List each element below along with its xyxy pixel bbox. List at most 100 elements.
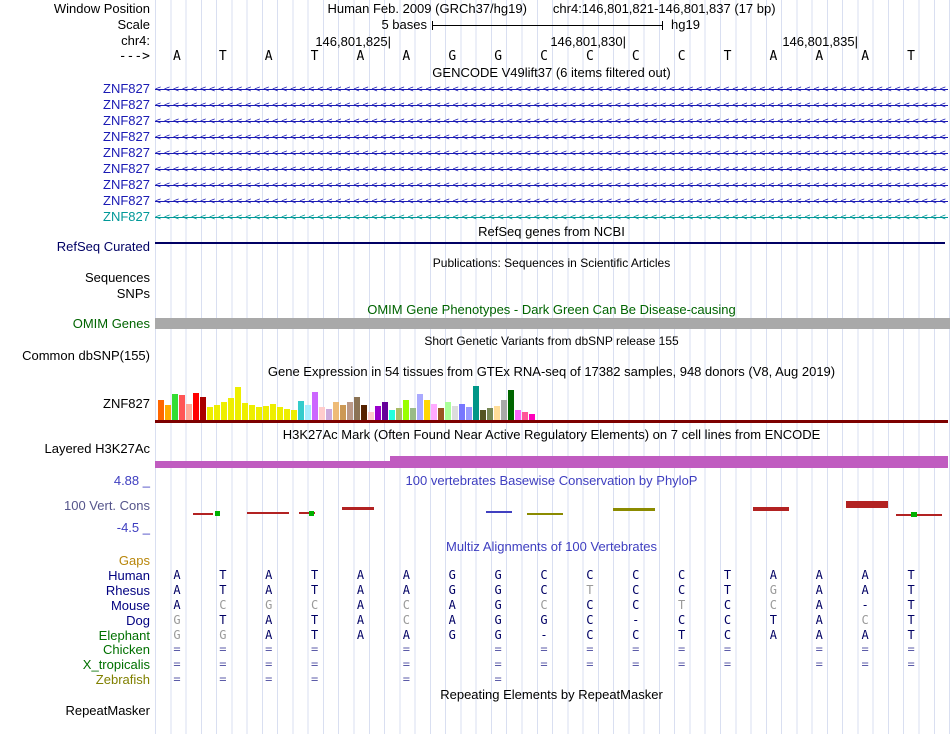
omim-gene-bar[interactable] (155, 318, 950, 329)
gtex-tissue-bar[interactable] (438, 408, 444, 420)
gencode-item-label[interactable]: ZNF827 (0, 146, 150, 160)
gtex-tissue-bar[interactable] (452, 406, 458, 420)
gtex-tissue-bar[interactable] (515, 410, 521, 420)
gtex-tissue-bar[interactable] (445, 402, 451, 420)
gtex-tissue-bar[interactable] (263, 406, 269, 420)
repeatmasker-track-title[interactable]: Repeating Elements by RepeatMasker (155, 688, 948, 702)
gencode-item-label[interactable]: ZNF827 (0, 98, 150, 112)
gtex-tissue-bar[interactable] (410, 408, 416, 420)
gtex-tissue-bar[interactable] (501, 400, 507, 420)
species-label[interactable]: Gaps (0, 554, 150, 568)
gtex-tissue-bar[interactable] (333, 402, 339, 420)
gtex-tissue-bar[interactable] (284, 409, 290, 420)
gtex-tissue-bar[interactable] (508, 390, 514, 420)
gencode-gene-item[interactable]: <<<<<<<<<<<<<<<<<<<<<<<<<<<<<<<<<<<<<<<<… (155, 115, 948, 128)
gtex-tissue-bar[interactable] (466, 407, 472, 420)
gencode-item-label[interactable]: ZNF827 (0, 130, 150, 144)
gtex-tissue-bar[interactable] (305, 405, 311, 420)
gtex-tissue-bar[interactable] (235, 387, 241, 420)
h3k27ac-peak[interactable] (390, 456, 948, 468)
gtex-tissue-bar[interactable] (347, 402, 353, 420)
repeatmasker-label[interactable]: RepeatMasker (0, 704, 150, 718)
multiz-track-title[interactable]: Multiz Alignments of 100 Vertebrates (155, 540, 948, 554)
gtex-tissue-bar[interactable] (389, 410, 395, 420)
h3k27ac-peak[interactable] (155, 461, 390, 468)
dbsnp-track-title[interactable]: Short Genetic Variants from dbSNP releas… (155, 334, 948, 348)
gencode-gene-item[interactable]: <<<<<<<<<<<<<<<<<<<<<<<<<<<<<<<<<<<<<<<<… (155, 147, 948, 160)
gtex-tissue-bar[interactable] (221, 402, 227, 420)
gtex-tissue-bar[interactable] (270, 404, 276, 420)
gtex-tissue-bar[interactable] (473, 386, 479, 420)
gtex-tissue-bar[interactable] (193, 393, 199, 420)
species-label[interactable]: Mouse (0, 599, 150, 613)
dbsnp-label[interactable]: Common dbSNP(155) (0, 349, 150, 363)
gtex-tissue-bar[interactable] (340, 405, 346, 420)
gtex-tissue-bar[interactable] (312, 392, 318, 420)
gtex-bar-chart[interactable] (158, 386, 538, 420)
gtex-track-title[interactable]: Gene Expression in 54 tissues from GTEx … (155, 365, 948, 379)
gencode-item-label[interactable]: ZNF827 (0, 210, 150, 224)
gtex-tissue-bar[interactable] (319, 407, 325, 420)
gtex-tissue-bar[interactable] (291, 410, 297, 420)
gtex-tissue-bar[interactable] (424, 400, 430, 420)
gtex-tissue-bar[interactable] (207, 407, 213, 420)
gencode-item-label[interactable]: ZNF827 (0, 194, 150, 208)
gtex-tissue-bar[interactable] (186, 404, 192, 420)
gtex-tissue-bar[interactable] (396, 408, 402, 420)
gtex-tissue-bar[interactable] (179, 395, 185, 420)
refseq-gene-item[interactable] (155, 242, 945, 244)
species-label[interactable]: Dog (0, 614, 150, 628)
phylop-track-title[interactable]: 100 vertebrates Basewise Conservation by… (155, 474, 948, 488)
species-label[interactable]: Elephant (0, 629, 150, 643)
snps-label[interactable]: SNPs (0, 287, 150, 301)
species-label[interactable]: Rhesus (0, 584, 150, 598)
species-label[interactable]: Zebrafish (0, 673, 150, 687)
gtex-tissue-bar[interactable] (249, 405, 255, 420)
refseq-curated-label[interactable]: RefSeq Curated (0, 240, 150, 254)
gencode-gene-item[interactable]: <<<<<<<<<<<<<<<<<<<<<<<<<<<<<<<<<<<<<<<<… (155, 211, 948, 224)
species-label[interactable]: X_tropicalis (0, 658, 150, 672)
gencode-item-label[interactable]: ZNF827 (0, 114, 150, 128)
gtex-tissue-bar[interactable] (487, 408, 493, 420)
h3k27ac-track-title[interactable]: H3K27Ac Mark (Often Found Near Active Re… (155, 428, 948, 442)
gtex-tissue-bar[interactable] (417, 394, 423, 420)
gtex-tissue-bar[interactable] (494, 406, 500, 420)
h3k27ac-label[interactable]: Layered H3K27Ac (0, 442, 150, 456)
gtex-tissue-bar[interactable] (368, 412, 374, 420)
gtex-tissue-bar[interactable] (382, 402, 388, 420)
sequences-label[interactable]: Sequences (0, 271, 150, 285)
gtex-tissue-bar[interactable] (480, 410, 486, 420)
gencode-gene-item[interactable]: <<<<<<<<<<<<<<<<<<<<<<<<<<<<<<<<<<<<<<<<… (155, 195, 948, 208)
gtex-tissue-bar[interactable] (298, 401, 304, 420)
publications-track-title[interactable]: Publications: Sequences in Scientific Ar… (155, 256, 948, 270)
gtex-tissue-bar[interactable] (522, 412, 528, 420)
gtex-tissue-bar[interactable] (361, 405, 367, 420)
gencode-item-label[interactable]: ZNF827 (0, 82, 150, 96)
gtex-tissue-bar[interactable] (375, 406, 381, 420)
gtex-tissue-bar[interactable] (242, 403, 248, 420)
gencode-item-label[interactable]: ZNF827 (0, 178, 150, 192)
gtex-gene-label[interactable]: ZNF827 (0, 397, 150, 411)
gencode-item-label[interactable]: ZNF827 (0, 162, 150, 176)
strand-arrow-label[interactable]: ---> (0, 50, 150, 64)
gtex-tissue-bar[interactable] (200, 397, 206, 420)
species-label[interactable]: Chicken (0, 643, 150, 657)
gtex-tissue-bar[interactable] (172, 394, 178, 420)
gtex-tissue-bar[interactable] (256, 407, 262, 420)
omim-genes-label[interactable]: OMIM Genes (0, 317, 150, 331)
gencode-gene-item[interactable]: <<<<<<<<<<<<<<<<<<<<<<<<<<<<<<<<<<<<<<<<… (155, 179, 948, 192)
gtex-tissue-bar[interactable] (228, 398, 234, 420)
gtex-tissue-bar[interactable] (326, 409, 332, 420)
refseq-track-title[interactable]: RefSeq genes from NCBI (155, 225, 948, 239)
gencode-gene-item[interactable]: <<<<<<<<<<<<<<<<<<<<<<<<<<<<<<<<<<<<<<<<… (155, 99, 948, 112)
gtex-tissue-bar[interactable] (158, 400, 164, 420)
gencode-gene-item[interactable]: <<<<<<<<<<<<<<<<<<<<<<<<<<<<<<<<<<<<<<<<… (155, 163, 948, 176)
gtex-tissue-bar[interactable] (459, 404, 465, 420)
gtex-tissue-bar[interactable] (277, 407, 283, 420)
gencode-track-title[interactable]: GENCODE V49lift37 (6 items filtered out) (155, 66, 948, 80)
gtex-tissue-bar[interactable] (431, 404, 437, 420)
species-label[interactable]: Human (0, 569, 150, 583)
gtex-tissue-bar[interactable] (214, 405, 220, 420)
gencode-gene-item[interactable]: <<<<<<<<<<<<<<<<<<<<<<<<<<<<<<<<<<<<<<<<… (155, 131, 948, 144)
gencode-gene-item[interactable]: <<<<<<<<<<<<<<<<<<<<<<<<<<<<<<<<<<<<<<<<… (155, 83, 948, 96)
